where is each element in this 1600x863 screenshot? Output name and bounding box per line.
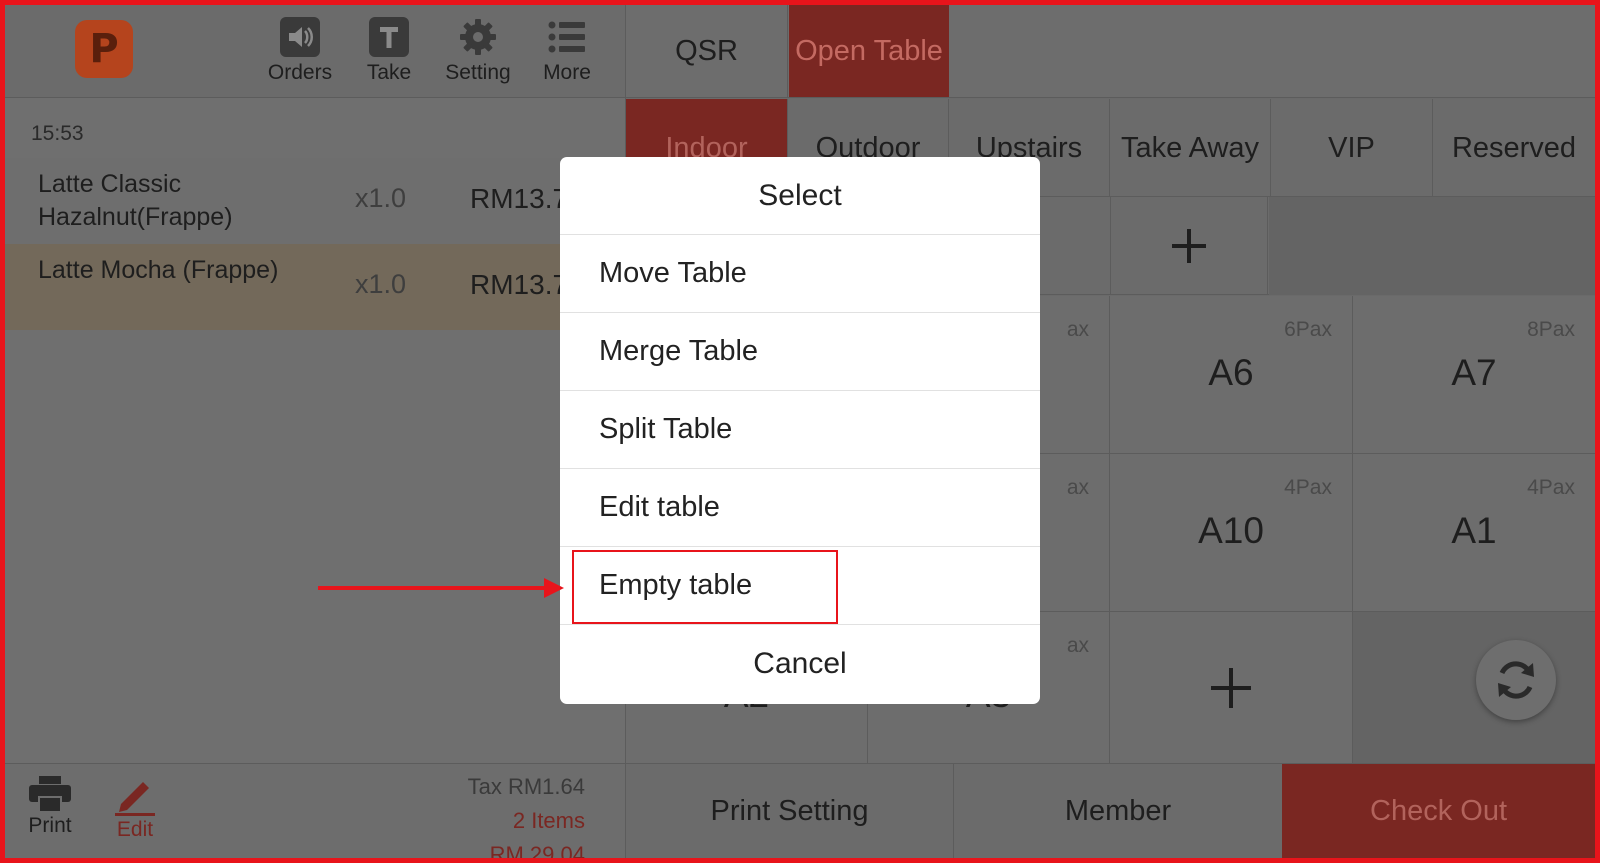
print-label: Print: [28, 814, 72, 837]
nav-more-label: More: [543, 61, 591, 84]
order-item-name: Latte Mocha (Frappe): [38, 256, 279, 284]
table-pax: ax: [1066, 476, 1089, 499]
gear-icon: [458, 17, 498, 57]
items-count: 2 Items: [512, 808, 585, 833]
order-item-price: RM13.7: [470, 183, 569, 214]
mode-tabs: QSR Open Table: [626, 5, 1595, 98]
nav-setting[interactable]: Setting: [438, 17, 518, 85]
logo-p-icon: P: [89, 26, 119, 72]
top-toolbar: P Orders Take Setting More: [5, 5, 626, 98]
speaker-icon: [280, 17, 320, 57]
table-pax: ax: [1066, 634, 1089, 657]
option-label: Merge Table: [599, 335, 759, 367]
dialog-title: Select: [560, 157, 1040, 235]
nav-setting-label: Setting: [445, 61, 511, 84]
tab-vip[interactable]: VIP: [1271, 99, 1433, 197]
table-cell-empty: [1353, 612, 1595, 763]
order-item-name: Latte Classic Hazalnut(Frappe): [38, 170, 233, 231]
printer-icon: [29, 776, 71, 812]
order-item-qty: x1.0: [355, 269, 407, 299]
edit-button[interactable]: Edit: [100, 776, 170, 842]
option-label: Edit table: [599, 491, 720, 523]
member-button[interactable]: Member: [954, 763, 1282, 858]
option-label: Split Table: [599, 413, 733, 445]
table-pax: 6Pax: [1284, 318, 1332, 341]
order-time: 15:53: [31, 122, 84, 145]
merge-table-option[interactable]: Merge Table: [560, 313, 1040, 391]
tax-amount: Tax RM1.64: [467, 774, 585, 799]
order-item-qty: x1.0: [355, 183, 407, 213]
table-cell-a1[interactable]: 4Pax A1: [1353, 454, 1595, 612]
annotation-arrow-icon: [318, 578, 564, 598]
tab-take-away[interactable]: Take Away: [1110, 99, 1271, 197]
move-table-option[interactable]: Move Table: [560, 235, 1040, 313]
take-t-icon: [369, 17, 409, 57]
tab-qsr[interactable]: QSR: [626, 5, 788, 97]
table-cell-a6[interactable]: 6Pax A6: [1110, 296, 1353, 454]
table-pax: 4Pax: [1527, 476, 1575, 499]
nav-take-label: Take: [366, 61, 412, 84]
print-setting-button[interactable]: Print Setting: [626, 763, 954, 858]
print-button[interactable]: Print: [15, 776, 85, 838]
plus-icon: [1211, 667, 1251, 708]
list-icon: [547, 17, 587, 57]
table-name: A6: [1208, 352, 1254, 393]
tab-reserved[interactable]: Reserved: [1433, 99, 1595, 197]
order-item-row[interactable]: Latte Mocha (Frappe) x1.0 RM13.7: [5, 244, 626, 330]
option-label: Move Table: [599, 257, 747, 289]
add-section-button[interactable]: [1110, 197, 1268, 295]
tab-open-table[interactable]: Open Table: [789, 5, 949, 97]
table-pax: 8Pax: [1527, 318, 1575, 341]
plus-icon: [1172, 229, 1206, 263]
cancel-button[interactable]: Cancel: [560, 625, 1040, 703]
app-logo: P: [75, 20, 133, 78]
order-item-row[interactable]: Latte Classic Hazalnut(Frappe) x1.0 RM13…: [5, 158, 626, 244]
annotation-highlight-box: [572, 550, 838, 624]
table-name: A7: [1451, 352, 1497, 393]
subrow-empty: [1269, 197, 1595, 295]
order-item-price: RM13.7: [470, 269, 569, 300]
table-pax: ax: [1066, 318, 1089, 341]
table-cell-a10[interactable]: 4Pax A10: [1110, 454, 1353, 612]
order-panel: 15:53 Latte Classic Hazalnut(Frappe) x1.…: [5, 98, 626, 763]
total-amount: RM 29.04: [489, 842, 585, 863]
select-dialog: Select Move Table Merge Table Split Tabl…: [560, 157, 1040, 704]
nav-more[interactable]: More: [527, 17, 607, 85]
edit-label: Edit: [116, 818, 154, 841]
checkout-button[interactable]: Check Out: [1282, 763, 1595, 858]
order-totals: Tax RM1.64 2 Items RM 29.04: [468, 770, 585, 863]
table-pax: 4Pax: [1284, 476, 1332, 499]
nav-take[interactable]: Take: [349, 17, 429, 85]
empty-table-option[interactable]: Empty table: [560, 547, 1040, 625]
nav-orders-label: Orders: [267, 61, 333, 84]
edit-table-option[interactable]: Edit table: [560, 469, 1040, 547]
add-table-button[interactable]: [1110, 612, 1353, 763]
refresh-button[interactable]: [1476, 640, 1556, 720]
bottom-toolbar: Print Edit Tax RM1.64 2 Items RM 29.04: [5, 763, 626, 863]
refresh-icon: [1498, 661, 1534, 699]
table-name: A1: [1451, 510, 1497, 551]
nav-orders[interactable]: Orders: [260, 17, 340, 85]
table-cell-a7[interactable]: 8Pax A7: [1353, 296, 1595, 454]
split-table-option[interactable]: Split Table: [560, 391, 1040, 469]
table-name: A10: [1198, 510, 1264, 551]
pencil-icon: [115, 782, 155, 816]
